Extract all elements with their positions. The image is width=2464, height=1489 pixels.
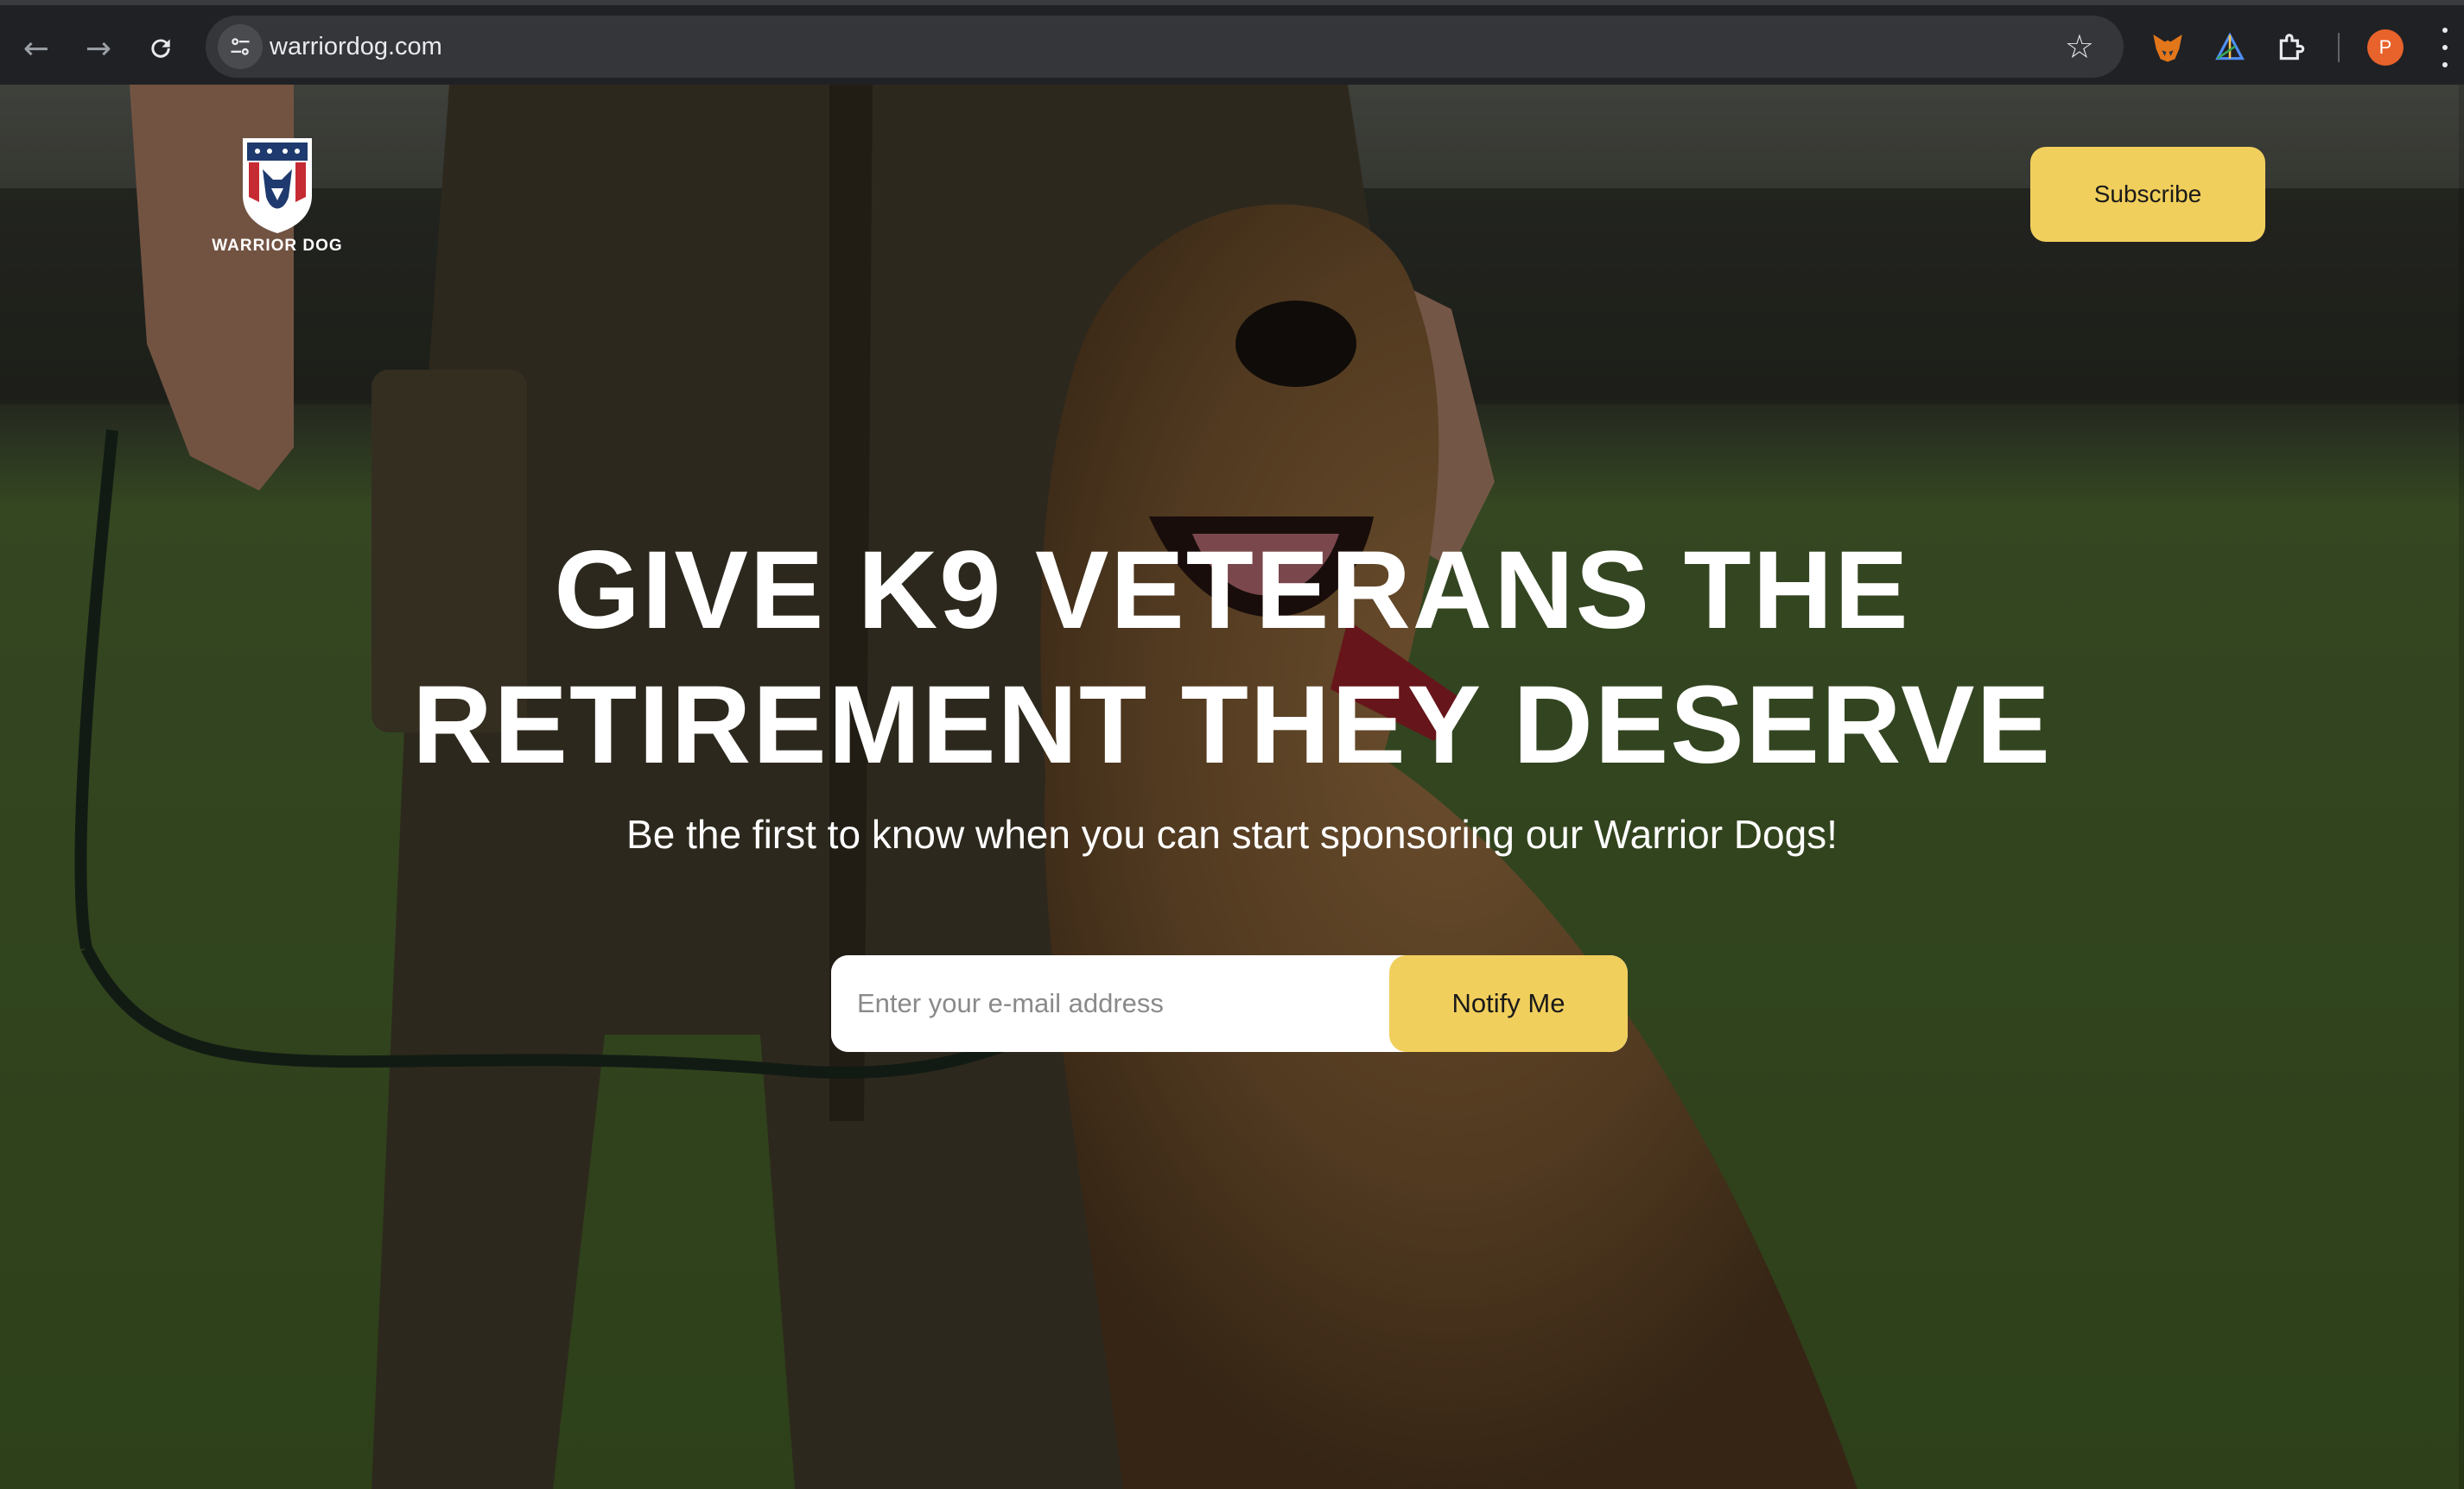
hero-headline: GIVE K9 VETERANS THE RETIREMENT THEY DES… xyxy=(0,523,2464,793)
profile-avatar[interactable]: P xyxy=(2367,29,2404,66)
puzzle-icon xyxy=(2279,34,2305,60)
toolbar-divider xyxy=(2338,33,2340,62)
email-input[interactable] xyxy=(831,955,1389,1052)
subscribe-button[interactable]: Subscribe xyxy=(2030,147,2265,242)
back-button[interactable]: ← xyxy=(12,24,60,73)
fox-extension-icon[interactable] xyxy=(2146,26,2189,69)
extensions-button[interactable] xyxy=(2270,26,2314,69)
headline-line-2: RETIREMENT THEY DESERVE xyxy=(412,663,2052,787)
triangle-icon xyxy=(2215,32,2245,60)
tune-icon xyxy=(231,38,250,55)
star-icon[interactable]: ☆ xyxy=(2065,26,2094,67)
site-info-button[interactable] xyxy=(218,24,263,69)
vertical-dots-icon xyxy=(2442,28,2448,33)
address-bar[interactable]: warriordog.com ☆ xyxy=(206,16,2124,78)
triangle-extension-icon[interactable] xyxy=(2208,26,2251,69)
reload-button[interactable] xyxy=(137,24,185,73)
logo-wordmark: WARRIOR DOG xyxy=(212,237,343,255)
arrow-left-icon: ← xyxy=(22,30,50,67)
shield-logo-icon xyxy=(243,138,312,233)
reload-icon xyxy=(151,39,170,58)
warrior-dog-logo[interactable]: WARRIOR DOG xyxy=(195,135,359,264)
notify-me-button[interactable]: Notify Me xyxy=(1389,955,1628,1052)
browser-menu-button[interactable] xyxy=(2436,28,2454,67)
hero-section: WARRIOR DOG Subscribe GIVE K9 VETERANS T… xyxy=(0,85,2464,1489)
fox-icon xyxy=(2153,35,2182,62)
headline-line-1: GIVE K9 VETERANS THE xyxy=(554,529,1910,652)
notify-form: Notify Me xyxy=(831,955,1628,1052)
url-text[interactable]: warriordog.com xyxy=(270,31,442,62)
hero-subheadline: Be the first to know when you can start … xyxy=(626,812,1838,857)
arrow-right-icon: → xyxy=(85,30,112,67)
forward-button[interactable]: → xyxy=(74,24,123,73)
browser-toolbar: ← → warriordog.com ☆ P xyxy=(0,0,2464,85)
